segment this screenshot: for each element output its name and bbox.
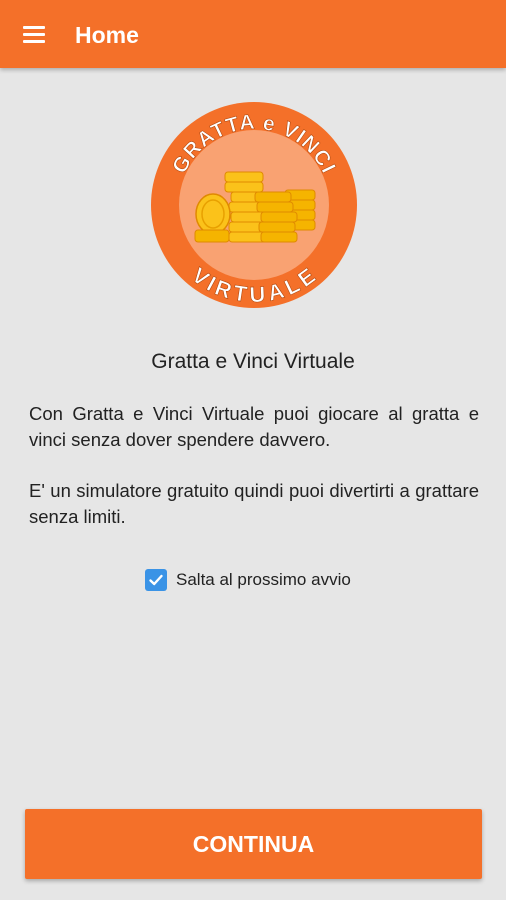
check-icon xyxy=(149,574,163,586)
description-paragraph: E' un simulatore gratuito quindi puoi di… xyxy=(29,480,479,527)
checkbox-label: Salta al prossimo avvio xyxy=(176,570,351,589)
skip-next-launch-checkbox[interactable] xyxy=(145,569,167,591)
app-name-heading: Gratta e Vinci Virtuale xyxy=(151,350,355,373)
continue-button[interactable]: CONTINUA xyxy=(25,809,482,879)
app-logo: GRATTA e VINCI VIRTUALE xyxy=(151,102,357,308)
hamburger-menu-icon[interactable] xyxy=(14,14,54,54)
app-bar: Home xyxy=(0,0,506,68)
skip-next-launch-checkbox-row[interactable]: Salta al prossimo avvio xyxy=(145,567,351,593)
app-bar-title: Home xyxy=(75,22,139,48)
description-paragraph: Con Gratta e Vinci Virtuale puoi giocare… xyxy=(29,403,479,450)
